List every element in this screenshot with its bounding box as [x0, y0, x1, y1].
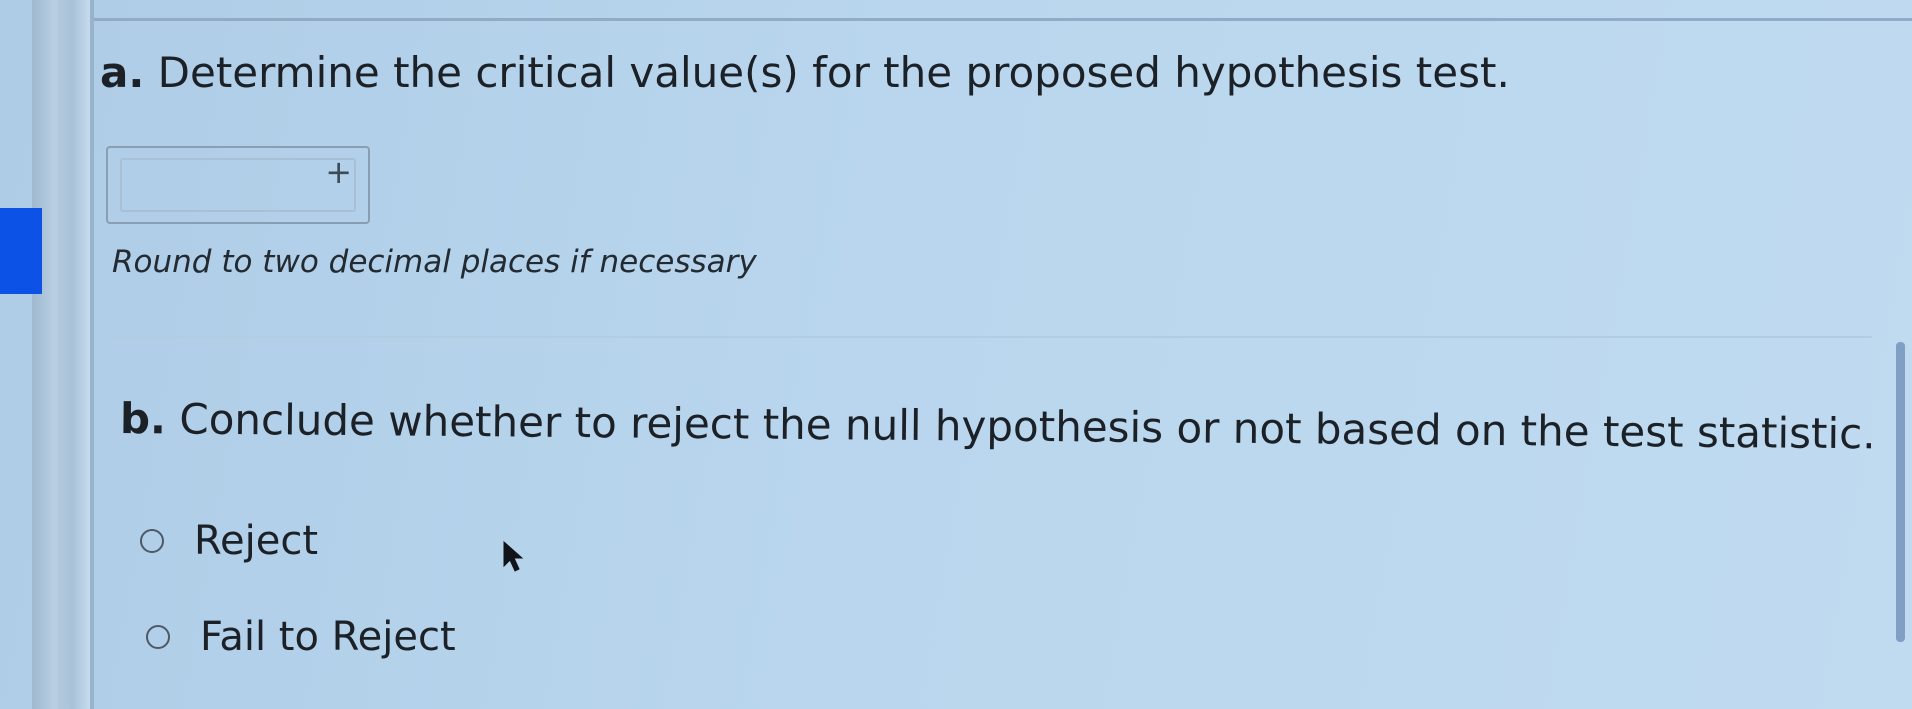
fail-to-reject-label[interactable]: Fail to Reject [200, 614, 456, 660]
scrollbar-thumb[interactable] [1896, 342, 1905, 642]
fail-to-reject-radio-button[interactable] [146, 625, 170, 649]
question-b: b. Conclude whether to reject the null h… [120, 394, 1876, 458]
reject-radio-button[interactable] [140, 529, 164, 553]
left-sidebar-rail [32, 0, 90, 709]
question-b-text: Conclude whether to reject the null hypo… [179, 394, 1876, 459]
answer-box: + [106, 146, 370, 224]
rounding-hint: Round to two decimal places if necessary [112, 244, 757, 280]
question-a-text: Determine the critical value(s) for the … [157, 48, 1510, 97]
section-divider [112, 336, 1872, 338]
option-fail-to-reject[interactable]: Fail to Reject [146, 614, 456, 660]
top-divider [94, 18, 1912, 21]
question-a: a. Determine the critical value(s) for t… [100, 48, 1510, 97]
question-a-letter: a. [100, 48, 145, 97]
mouse-pointer-icon [503, 540, 524, 572]
question-b-letter: b. [119, 394, 167, 444]
reject-label[interactable]: Reject [194, 518, 318, 564]
content-left-border [90, 0, 94, 709]
option-reject[interactable]: Reject [140, 518, 318, 564]
plus-icon[interactable]: + [325, 156, 352, 188]
left-sidebar-divider [52, 0, 58, 709]
side-navigation-tab[interactable] [0, 208, 42, 294]
critical-value-input[interactable] [120, 158, 356, 212]
